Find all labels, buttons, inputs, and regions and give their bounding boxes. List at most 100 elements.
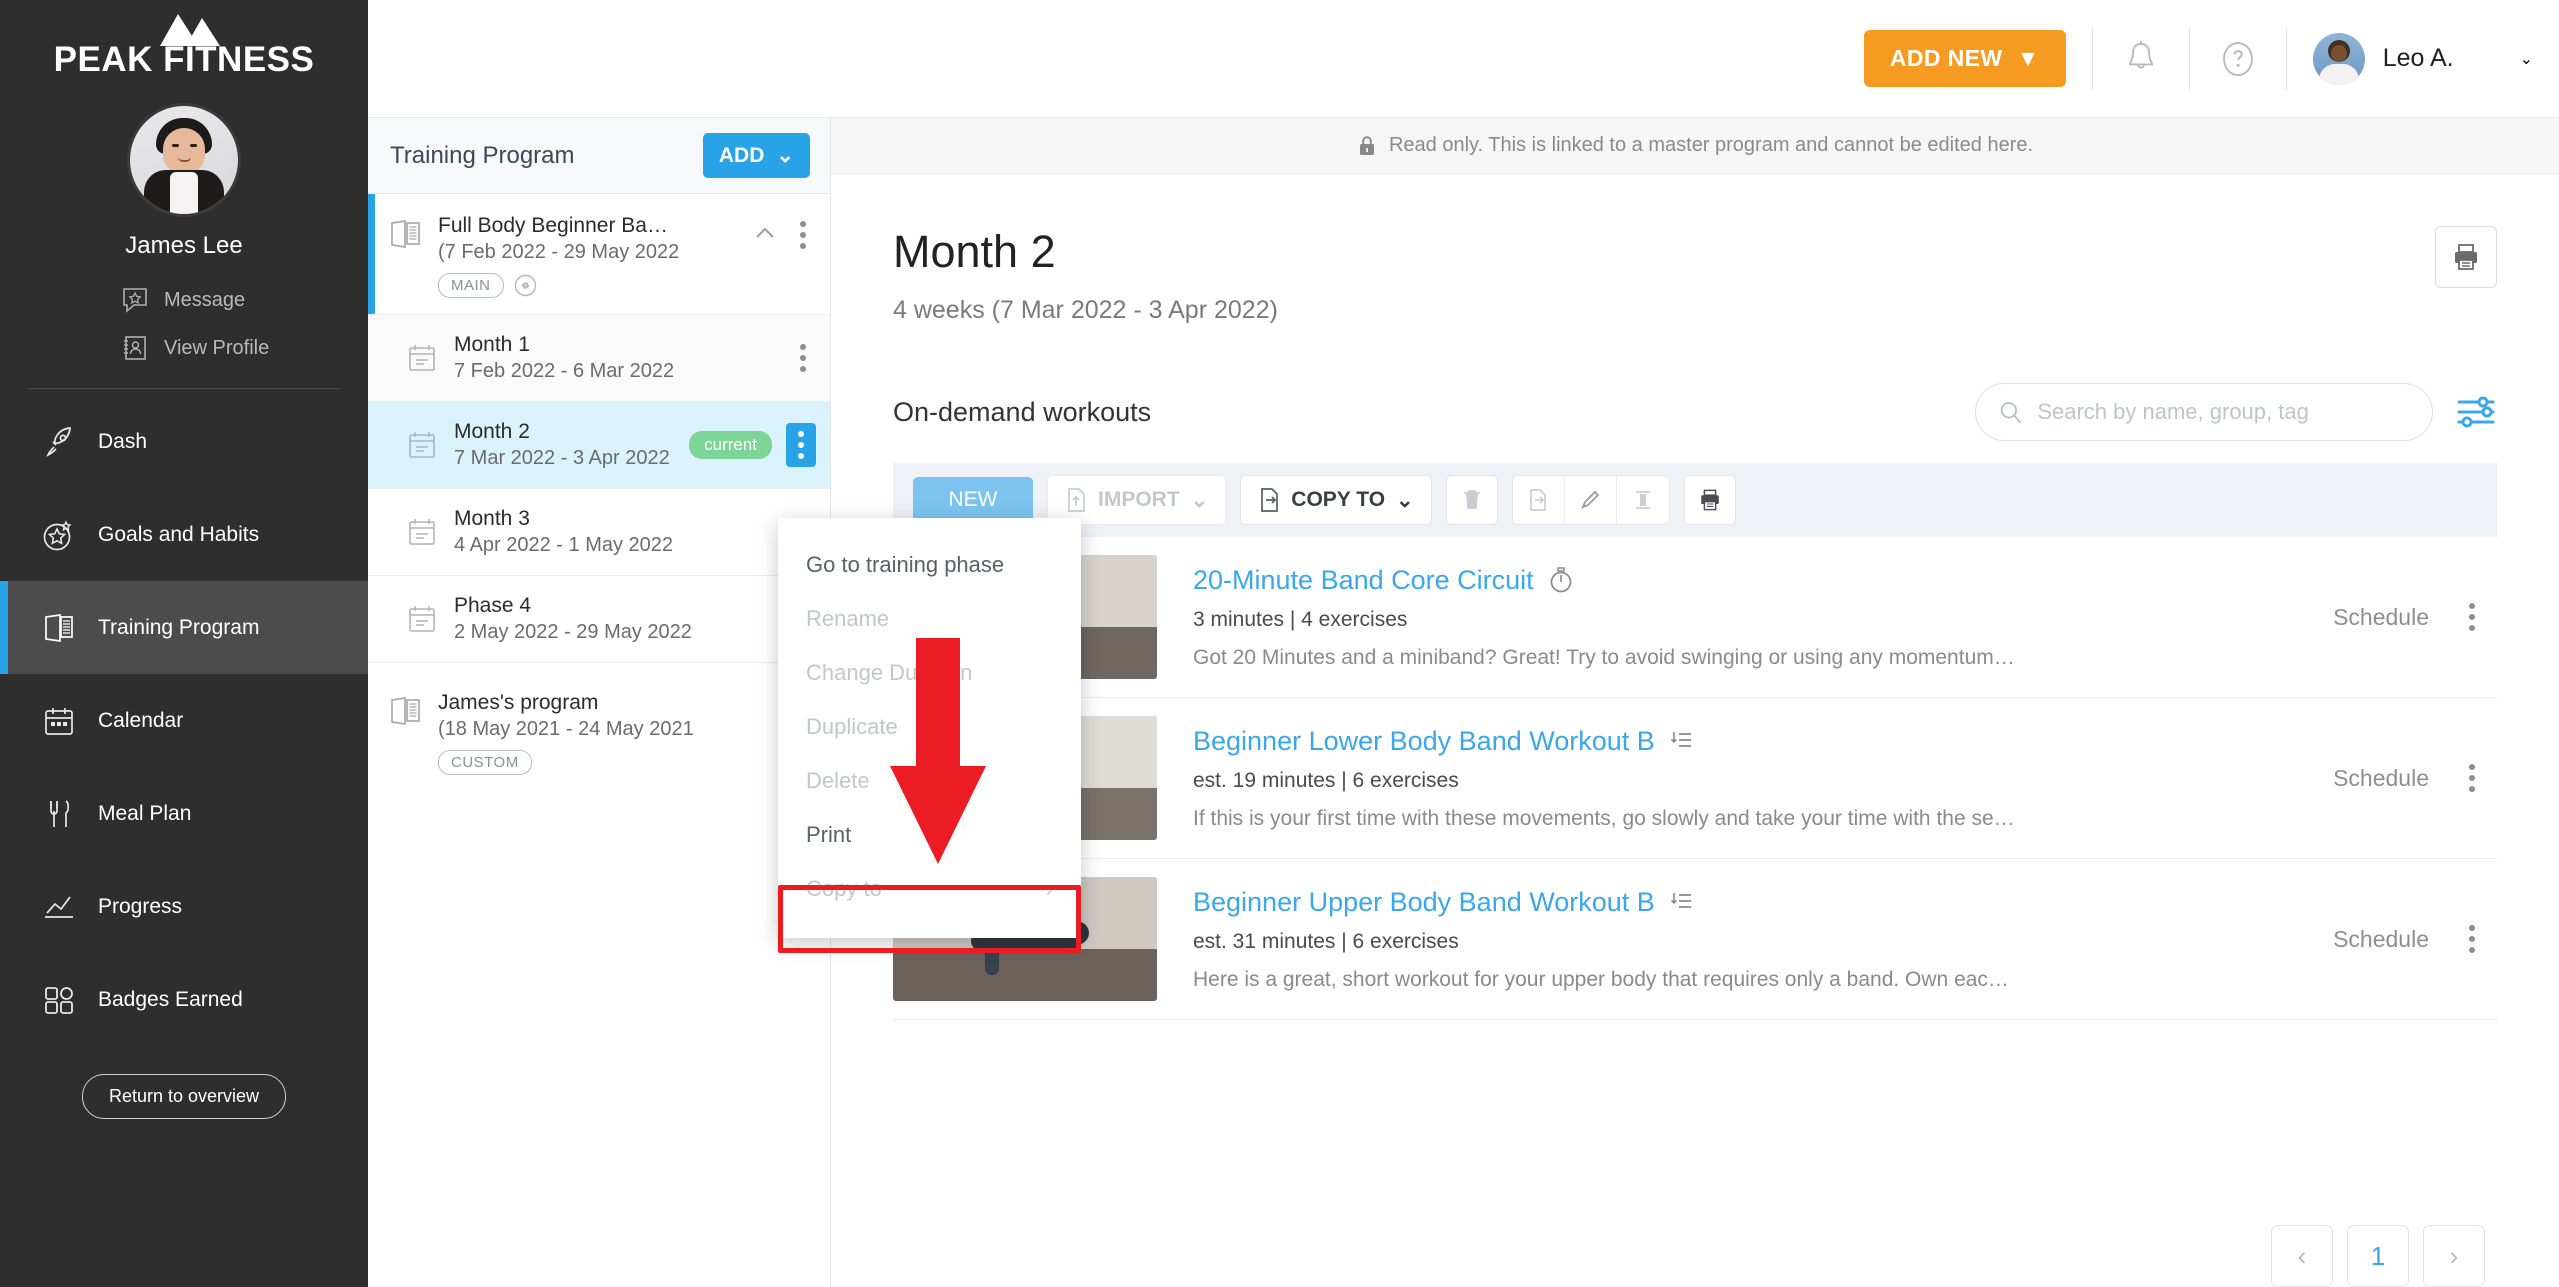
program-book-icon [45, 613, 73, 642]
add-program-button[interactable]: ADD ⌄ [702, 133, 810, 178]
panel-header: Training Program ADD ⌄ [368, 118, 830, 194]
pencil-icon [1581, 490, 1600, 509]
phase-context-menu: Go to training phase Rename Change Durat… [778, 518, 1081, 938]
workout-info: Beginner Lower Body Band Workout B est. … [1157, 726, 2333, 831]
program-row[interactable]: James's program (18 May 2021 - 24 May 20… [368, 663, 830, 791]
sidebar-item-dash[interactable]: Dash [0, 395, 368, 488]
sidebar-item-meal-plan[interactable]: Meal Plan [0, 767, 368, 860]
program-dates: (18 May 2021 - 24 May 2021 [438, 718, 694, 740]
sidebar-item-label: Meal Plan [98, 801, 192, 825]
avatar [130, 106, 238, 214]
context-menu-item-change-duration[interactable]: Change Duration [778, 646, 1081, 700]
workout-title[interactable]: Beginner Upper Body Band Workout B [1193, 887, 1655, 918]
copy-to-button[interactable]: COPY TO ⌄ [1240, 475, 1432, 525]
chevron-up-icon[interactable] [750, 218, 780, 248]
new-workout-button[interactable]: NEW [913, 477, 1033, 523]
program-kebab-menu[interactable] [790, 218, 816, 252]
profile-links: Message View Profile [0, 276, 368, 372]
profile-name: James Lee [125, 232, 243, 259]
column-button[interactable] [1617, 476, 1669, 524]
phase-kebab-menu-active[interactable] [786, 423, 816, 467]
context-menu-item-copy-to[interactable]: Copy to › [778, 862, 1081, 916]
question-circle-icon[interactable] [2216, 37, 2260, 81]
program-book-icon [391, 220, 420, 248]
context-menu-label: Print [806, 822, 852, 847]
sidebar-item-calendar[interactable]: Calendar [0, 674, 368, 767]
print-button[interactable] [2435, 226, 2497, 288]
workout-kebab-menu[interactable] [2459, 922, 2485, 956]
readonly-text: Read only. This is linked to a master pr… [1388, 134, 2034, 156]
profile-link-label: View Profile [164, 336, 270, 359]
context-menu-item-duplicate[interactable]: Duplicate [778, 700, 1081, 754]
program-row[interactable]: Full Body Beginner Ba… (7 Feb 2022 - 29 … [368, 194, 830, 315]
program-info: James's program (18 May 2021 - 24 May 20… [438, 691, 786, 775]
sidebar-item-progress[interactable]: Progress [0, 860, 368, 953]
toolbar-separator [2285, 27, 2287, 90]
chevron-down-icon: ⌄ [776, 144, 794, 167]
add-new-button[interactable]: ADD NEW ▼ [1863, 30, 2066, 87]
phase-info: Phase 4 2 May 2022 - 29 May 2022 [454, 594, 816, 644]
toolbar-group [1511, 475, 1670, 525]
workout-row: Beginner Lower Body Band Workout B est. … [893, 698, 2497, 859]
context-menu-item-delete[interactable]: Delete [778, 754, 1081, 808]
workout-title[interactable]: 20-Minute Band Core Circuit [1193, 565, 1534, 596]
edit-button[interactable] [1565, 476, 1617, 524]
phase-name: Phase 4 [454, 594, 532, 617]
phase-row-month-1[interactable]: Month 1 7 Feb 2022 - 6 Mar 2022 [368, 315, 830, 402]
bell-icon[interactable] [2119, 37, 2163, 81]
move-button[interactable] [1513, 476, 1565, 524]
section-title: On-demand workouts [893, 396, 1152, 427]
search-box[interactable] [1975, 383, 2433, 441]
context-menu-item-print[interactable]: Print [778, 808, 1081, 862]
phase-row-month-2[interactable]: Month 2 7 Mar 2022 - 3 Apr 2022 current [368, 402, 830, 489]
delete-button[interactable] [1445, 475, 1498, 525]
trash-icon [1463, 490, 1480, 509]
workout-description: Got 20 Minutes and a miniband? Great! Tr… [1193, 645, 2015, 669]
sidebar-item-badges-earned[interactable]: Badges Earned [0, 953, 368, 1046]
toolbar-print-button[interactable] [1683, 475, 1736, 525]
workout-meta: est. 31 minutes | 6 exercises [1193, 929, 1459, 953]
sidebar: PEAK FITNESS James Lee Message View Prof… [0, 0, 368, 1287]
workout-kebab-menu[interactable] [2459, 761, 2485, 795]
context-menu-item-rename[interactable]: Rename [778, 592, 1081, 646]
profile-link-label: Message [164, 288, 246, 311]
workout-row: Beginner Upper Body Band Workout B est. … [893, 859, 2497, 1020]
brand-logo: PEAK FITNESS [54, 12, 315, 80]
workout-title[interactable]: Beginner Lower Body Band Workout B [1193, 726, 1655, 757]
sliders-filter-icon[interactable] [2455, 391, 2497, 433]
sidebar-item-training-program[interactable]: Training Program [0, 581, 368, 674]
pagination-prev[interactable]: ‹ [2271, 1225, 2333, 1287]
search-input[interactable] [2037, 399, 2410, 425]
phase-kebab-menu[interactable] [790, 341, 816, 375]
return-to-overview-button[interactable]: Return to overview [81, 1074, 287, 1119]
toolbar-separator [2091, 27, 2093, 90]
pagination-next[interactable]: › [2423, 1225, 2485, 1287]
workout-kebab-menu[interactable] [2459, 600, 2485, 634]
profile-link-message[interactable]: Message [0, 276, 368, 324]
schedule-link[interactable]: Schedule [2333, 604, 2429, 631]
schedule-link[interactable]: Schedule [2333, 765, 2429, 792]
calendar-icon [45, 707, 73, 735]
file-export-icon [1261, 488, 1279, 512]
pagination-page-1[interactable]: 1 [2347, 1225, 2409, 1287]
profile-link-view-profile[interactable]: View Profile [0, 324, 368, 372]
phase-row-phase-4[interactable]: Phase 4 2 May 2022 - 29 May 2022 [368, 576, 830, 663]
workout-list: 20-Minute Band Core Circuit 3 minutes | … [893, 537, 2497, 1189]
main-region: ADD NEW ▼ Leo A. ⌄ Training Program ADD … [368, 0, 2559, 1287]
top-bar: ADD NEW ▼ Leo A. ⌄ [368, 0, 2559, 118]
user-menu[interactable]: Leo A. ⌄ [2312, 32, 2533, 85]
schedule-link[interactable]: Schedule [2333, 926, 2429, 953]
chevron-down-icon: ⌄ [1190, 488, 1209, 512]
new-label: NEW [948, 488, 998, 511]
sidebar-item-label: Goals and Habits [98, 522, 260, 546]
phase-row-month-3[interactable]: Month 3 4 Apr 2022 - 1 May 2022 [368, 489, 830, 576]
return-to-overview-wrap: Return to overview [0, 1074, 368, 1119]
message-star-icon [123, 288, 147, 313]
phase-name: Month 3 [454, 507, 530, 530]
sidebar-item-goals-and-habits[interactable]: Goals and Habits [0, 488, 368, 581]
context-menu-item-go-to-training-phase[interactable]: Go to training phase [778, 538, 1081, 592]
workout-row: 20-Minute Band Core Circuit 3 minutes | … [893, 537, 2497, 698]
below-topbar: Training Program ADD ⌄ Full Body Beginne… [368, 118, 2559, 1287]
chevron-down-icon: ⌄ [2519, 50, 2533, 68]
context-menu-label: Go to training phase [806, 552, 1005, 577]
